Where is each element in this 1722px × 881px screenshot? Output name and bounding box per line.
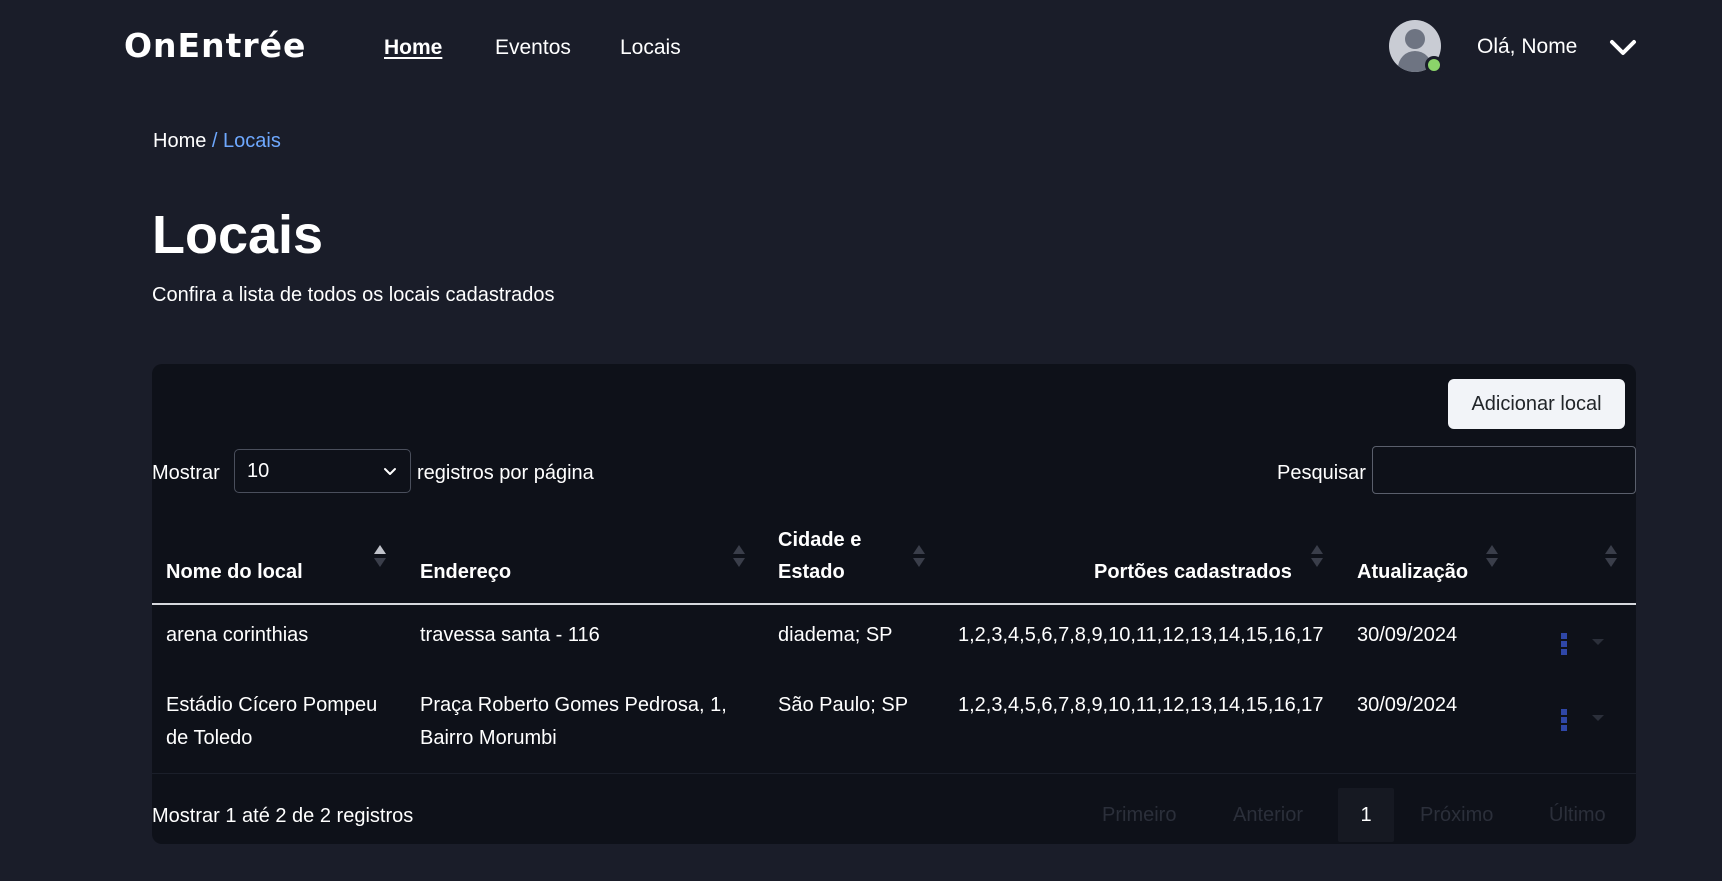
chevron-down-icon[interactable]	[1608, 32, 1638, 62]
sort-asc-icon[interactable]	[373, 544, 387, 568]
breadcrumb: Home / Locais	[153, 130, 281, 153]
table-header: Nome do local Endereço Cidade e Estado P…	[152, 514, 1636, 605]
sort-icon[interactable]	[1604, 544, 1618, 568]
column-header-portoes[interactable]: Portões cadastrados	[1094, 556, 1292, 588]
page-subtitle: Confira a lista de todos os locais cadas…	[152, 284, 555, 306]
onentree-logo[interactable]: OnEntrée	[124, 26, 306, 65]
sort-icon[interactable]	[1310, 544, 1324, 568]
cell-endereco: Praça Roberto Gomes Pedrosa, 1, Bairro M…	[420, 689, 727, 755]
cell-portoes: 1,2,3,4,5,6,7,8,9,10,11,12,13,14,15,16,1…	[958, 694, 1324, 716]
nav-link-eventos[interactable]: Eventos	[495, 36, 571, 60]
add-local-button[interactable]: Adicionar local	[1448, 379, 1625, 429]
cell-nome: arena corinthias	[166, 624, 309, 646]
locais-table-card: Adicionar local Mostrar 10 registros por…	[152, 364, 1636, 844]
cell-nome-line2: de Toledo	[166, 727, 253, 749]
pagination-first[interactable]: Primeiro	[1102, 788, 1176, 842]
cell-endereco-line1: Praça Roberto Gomes Pedrosa, 1,	[420, 694, 727, 716]
records-per-page-select[interactable]: 10	[234, 449, 411, 493]
cell-atualizacao: 30/09/2024	[1357, 694, 1458, 716]
page-title: Locais	[152, 205, 324, 265]
sort-icon[interactable]	[912, 544, 926, 568]
cell-cidade: diadema; SP	[778, 624, 893, 646]
search-input[interactable]	[1372, 446, 1636, 494]
column-header-cidade[interactable]: Cidade e Estado	[778, 524, 861, 588]
length-suffix: registros por página	[417, 462, 594, 484]
breadcrumb-current: / Locais	[211, 130, 281, 152]
sort-icon[interactable]	[732, 544, 746, 568]
user-greeting[interactable]: Olá, Nome	[1477, 35, 1577, 59]
column-header-nome[interactable]: Nome do local	[166, 556, 303, 588]
cell-portoes: 1,2,3,4,5,6,7,8,9,10,11,12,13,14,15,16,1…	[958, 624, 1324, 646]
table-row: Estádio Cícero Pompeu de Toledo Praça Ro…	[152, 682, 1636, 774]
row-actions-icon[interactable]	[1561, 633, 1569, 657]
locais-table: Nome do local Endereço Cidade e Estado P…	[152, 514, 1636, 774]
nav-link-home[interactable]: Home	[384, 36, 442, 60]
cell-nome-line1: Estádio Cícero Pompeu	[166, 694, 378, 716]
cell-endereco: travessa santa - 116	[420, 624, 600, 646]
pagination-next[interactable]: Próximo	[1420, 788, 1493, 842]
nav-link-locais[interactable]: Locais	[620, 36, 681, 60]
cell-cidade: São Paulo; SP	[778, 694, 909, 716]
row-actions-icon[interactable]	[1561, 709, 1569, 733]
online-status-indicator	[1425, 56, 1443, 74]
breadcrumb-home[interactable]: Home	[153, 130, 206, 152]
sort-icon[interactable]	[1485, 544, 1499, 568]
caret-down-icon[interactable]	[1591, 637, 1605, 647]
avatar-head	[1405, 29, 1425, 49]
length-label: Mostrar	[152, 462, 220, 484]
records-per-page-value: 10	[247, 459, 270, 482]
chevron-down-icon	[384, 468, 396, 475]
search-label: Pesquisar	[1277, 462, 1366, 484]
pagination-previous[interactable]: Anterior	[1233, 788, 1303, 842]
column-header-endereco[interactable]: Endereço	[420, 556, 511, 588]
pagination-last[interactable]: Último	[1549, 788, 1606, 842]
cell-atualizacao: 30/09/2024	[1357, 624, 1458, 646]
top-navbar: OnEntrée Home Eventos Locais Olá, Nome	[0, 0, 1722, 95]
caret-down-icon[interactable]	[1591, 713, 1605, 723]
table-info: Mostrar 1 até 2 de 2 registros	[152, 805, 414, 827]
column-header-atualizacao[interactable]: Atualização	[1357, 556, 1468, 588]
cell-endereco-line2: Bairro Morumbi	[420, 727, 557, 749]
column-header-cidade-line2: Estado	[778, 561, 845, 583]
pagination-page-1[interactable]: 1	[1338, 788, 1394, 842]
cell-nome: Estádio Cícero Pompeu de Toledo	[166, 689, 377, 755]
column-header-cidade-line1: Cidade e	[778, 529, 862, 551]
table-row: arena corinthias travessa santa - 116 di…	[152, 605, 1636, 682]
